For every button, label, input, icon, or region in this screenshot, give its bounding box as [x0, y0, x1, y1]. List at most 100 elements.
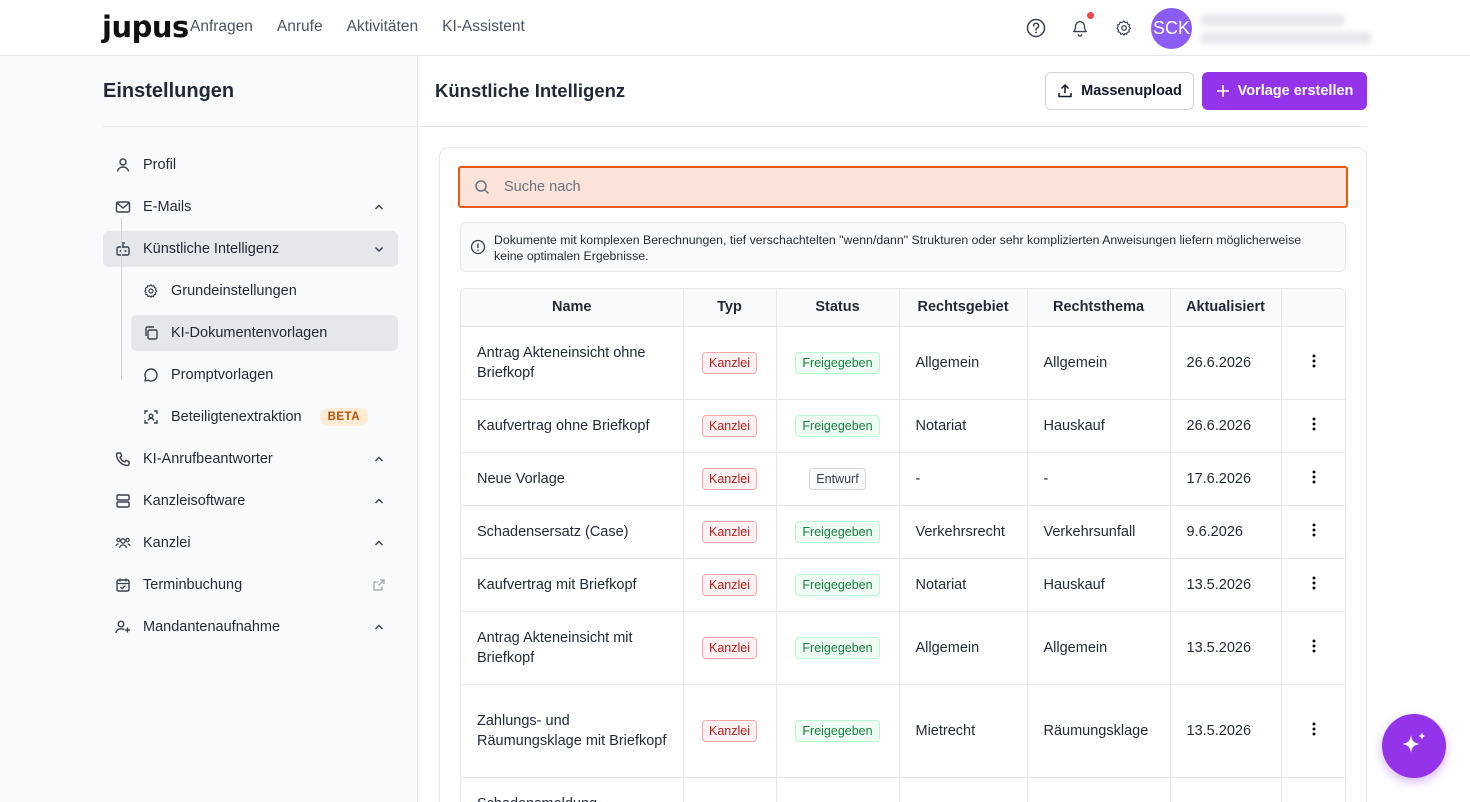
- help-icon[interactable]: [1025, 17, 1047, 39]
- info-icon: [470, 239, 486, 255]
- gear-icon: [143, 283, 159, 299]
- table-row[interactable]: Antrag Akteneinsicht mit Briefkopf Kanzl…: [461, 611, 1345, 685]
- plus-icon: [1216, 85, 1229, 97]
- sidebar-subitem-grundeinstellungen[interactable]: Grundeinstellungen: [131, 273, 398, 309]
- logo[interactable]: jupus: [102, 10, 189, 44]
- sidebar-item-profil[interactable]: Profil: [103, 147, 398, 183]
- cell-rechtsthema: Allgemein: [1027, 326, 1171, 400]
- sidebar-item-emails[interactable]: E-Mails: [103, 189, 398, 225]
- avatar[interactable]: SCK: [1151, 8, 1192, 49]
- cell-rechtsgebiet: Notariat: [899, 558, 1028, 612]
- create-template-label: Vorlage erstellen: [1237, 83, 1354, 99]
- nav-link-anfragen[interactable]: Anfragen: [190, 18, 253, 36]
- cell-rechtsthema: -: [1027, 452, 1171, 506]
- more-options-icon[interactable]: [1304, 719, 1324, 739]
- cell-rechtsgebiet: Verkehrsrecht: [899, 505, 1028, 559]
- table-row[interactable]: Schadensmeldung: [461, 777, 1345, 802]
- sidebar-item-label: Mandantenaufnahme: [143, 619, 281, 635]
- type-badge: Kanzlei: [702, 719, 757, 742]
- more-options-icon[interactable]: [1304, 351, 1324, 371]
- mass-upload-button[interactable]: Massenupload: [1045, 72, 1194, 110]
- user-name-redacted: [1200, 14, 1345, 26]
- status-badge: Freigegeben: [795, 351, 880, 374]
- sidebar-item-mandantenaufnahme[interactable]: Mandantenaufnahme: [103, 609, 398, 645]
- table-row[interactable]: Schadensersatz (Case) Kanzlei Freigegebe…: [461, 505, 1345, 559]
- type-badge: Kanzlei: [702, 636, 757, 659]
- column-header-status[interactable]: Status: [776, 289, 900, 327]
- notification-dot: [1087, 12, 1094, 19]
- more-options-icon[interactable]: [1304, 467, 1324, 487]
- robot-icon: [115, 241, 131, 257]
- chat-icon: [143, 367, 159, 383]
- cell-name: Antrag Akteneinsicht ohne Briefkopf: [461, 326, 684, 400]
- bell-icon[interactable]: [1069, 17, 1091, 39]
- cell-aktualisiert: 17.6.2026: [1170, 452, 1282, 506]
- sidebar-subitem-label: Grundeinstellungen: [171, 283, 297, 299]
- table-row[interactable]: Kaufvertrag ohne Briefkopf Kanzlei Freig…: [461, 399, 1345, 453]
- sidebar-item-terminbuchung[interactable]: Terminbuchung: [103, 567, 398, 603]
- sidebar-subitem-ki-dokumentenvorlagen[interactable]: KI-Dokumentenvorlagen: [131, 315, 398, 351]
- chevron-up-icon: [374, 540, 384, 546]
- column-header-rechtsthema[interactable]: Rechtsthema: [1027, 289, 1171, 327]
- sidebar-item-label: E-Mails: [143, 199, 192, 215]
- table-row[interactable]: Zahlungs- und Räumungsklage mit Briefkop…: [461, 684, 1345, 778]
- scan-icon: [143, 409, 159, 425]
- main-nav: Anfragen Anrufe Aktivitäten KI-Assistent: [190, 18, 525, 36]
- search-input[interactable]: [504, 179, 1304, 195]
- column-header-name[interactable]: Name: [461, 289, 684, 327]
- status-badge: Freigegeben: [795, 414, 880, 437]
- user-icon: [115, 157, 131, 173]
- table-row[interactable]: Neue Vorlage Kanzlei Entwurf - - 17.6.20…: [461, 452, 1345, 506]
- cell-name: Kaufvertrag mit Briefkopf: [461, 558, 684, 612]
- nav-link-aktivitaeten[interactable]: Aktivitäten: [347, 18, 419, 36]
- mass-upload-label: Massenupload: [1081, 83, 1182, 99]
- sidebar-subitem-label: Promptvorlagen: [171, 367, 274, 383]
- cell-name: Kaufvertrag ohne Briefkopf: [461, 399, 684, 453]
- sidebar-subitem-label: KI-Dokumentenvorlagen: [171, 325, 328, 341]
- phone-icon: [115, 451, 131, 467]
- chevron-up-icon: [374, 498, 384, 504]
- sidebar-item-ki-anrufbeantworter[interactable]: KI-Anrufbeantworter: [103, 441, 398, 477]
- sidebar-title: Einstellungen: [103, 80, 235, 102]
- chevron-up-icon: [374, 624, 384, 630]
- info-notice: Dokumente mit komplexen Berechnungen, ti…: [460, 222, 1346, 272]
- sidebar-item-kanzleisoftware[interactable]: Kanzleisoftware: [103, 483, 398, 519]
- more-options-icon[interactable]: [1304, 414, 1324, 434]
- create-template-button[interactable]: Vorlage erstellen: [1202, 72, 1367, 110]
- cell-aktualisiert: 13.5.2026: [1170, 611, 1282, 685]
- more-options-icon[interactable]: [1304, 636, 1324, 656]
- upload-icon: [1058, 84, 1072, 98]
- sidebar-subitem-beteiligtenextraktion[interactable]: Beteiligtenextraktion BETA: [131, 399, 398, 435]
- sidebar-subitem-promptvorlagen[interactable]: Promptvorlagen: [131, 357, 398, 393]
- type-badge: Kanzlei: [702, 467, 757, 490]
- calendar-icon: [115, 577, 131, 593]
- nav-link-anrufe[interactable]: Anrufe: [277, 18, 323, 36]
- chevron-up-icon: [374, 456, 384, 462]
- sidebar-item-label: KI-Anrufbeantworter: [143, 451, 273, 467]
- sidebar-item-kanzlei[interactable]: Kanzlei: [103, 525, 398, 561]
- cell-rechtsgebiet: Allgemein: [899, 611, 1028, 685]
- divider: [419, 126, 1367, 127]
- cell-name: Schadensersatz (Case): [461, 505, 684, 559]
- more-options-icon[interactable]: [1304, 520, 1324, 540]
- column-header-typ[interactable]: Typ: [683, 289, 777, 327]
- user-email-redacted: [1200, 32, 1372, 44]
- column-header-aktualisiert[interactable]: Aktualisiert: [1170, 289, 1282, 327]
- chevron-up-icon: [374, 204, 384, 210]
- column-header-actions: [1281, 289, 1345, 327]
- status-badge: Entwurf: [809, 467, 866, 490]
- status-badge: Freigegeben: [795, 573, 880, 596]
- nav-link-ki-assistent[interactable]: KI-Assistent: [442, 18, 525, 36]
- column-header-rechtsgebiet[interactable]: Rechtsgebiet: [899, 289, 1028, 327]
- cell-aktualisiert: 13.5.2026: [1170, 558, 1282, 612]
- cell-aktualisiert: 13.5.2026: [1170, 684, 1282, 778]
- server-icon: [115, 493, 131, 509]
- more-options-icon[interactable]: [1304, 573, 1324, 593]
- search-box[interactable]: [458, 166, 1348, 208]
- sidebar-item-kuenstliche-intelligenz[interactable]: Künstliche Intelligenz: [103, 231, 398, 267]
- table-row[interactable]: Kaufvertrag mit Briefkopf Kanzlei Freige…: [461, 558, 1345, 612]
- ai-assistant-button[interactable]: [1382, 714, 1446, 778]
- gear-icon[interactable]: [1113, 17, 1135, 39]
- table-row[interactable]: Antrag Akteneinsicht ohne Briefkopf Kanz…: [461, 326, 1345, 400]
- beta-badge: BETA: [319, 408, 369, 426]
